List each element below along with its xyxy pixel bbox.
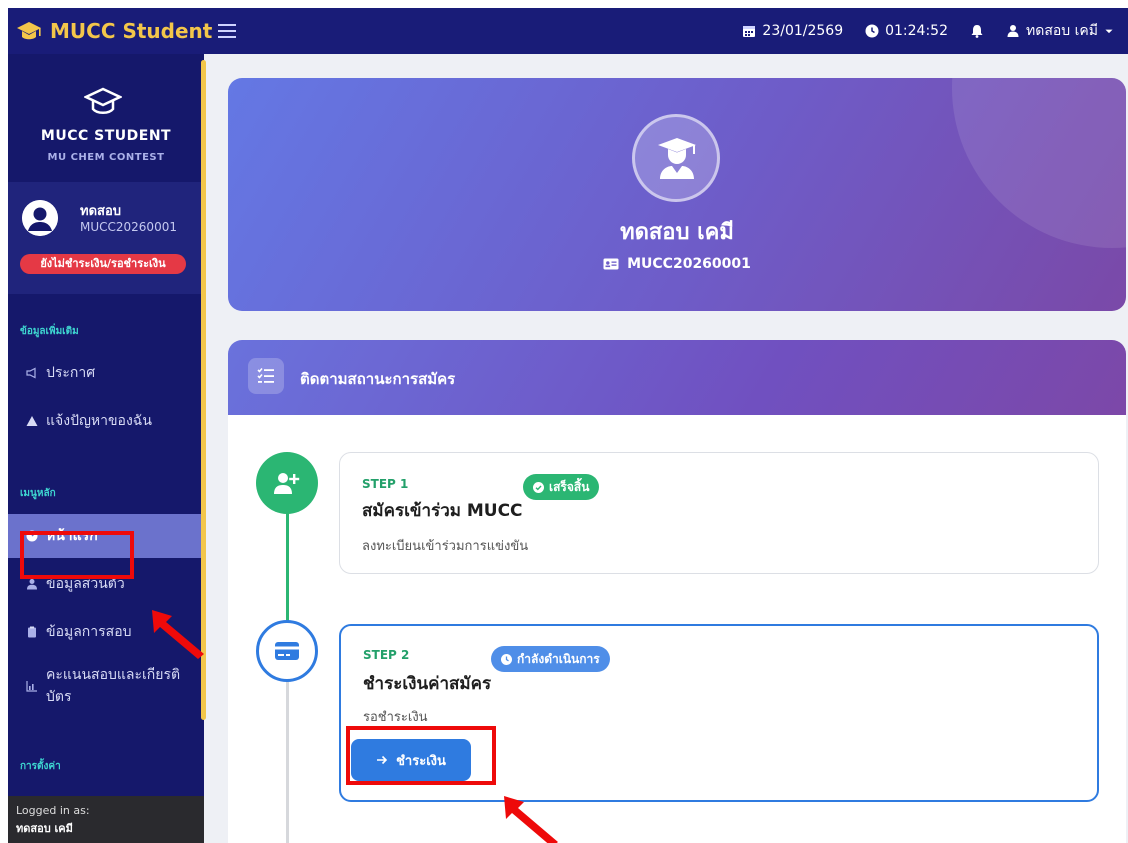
- sidebar-item-label: ข้อมูลการสอบ: [46, 624, 132, 640]
- sidebar-item-label: แจ้งปัญหาของฉัน: [46, 413, 152, 429]
- step-1-title: สมัครเข้าร่วม MUCC: [362, 501, 523, 521]
- step-2-description: รอชำระเงิน: [363, 710, 428, 725]
- avatar: [22, 200, 58, 236]
- step-2-label: STEP 2: [363, 648, 410, 662]
- user-plus-icon: [274, 473, 300, 494]
- user-icon: [27, 579, 37, 590]
- clock-icon: [501, 653, 512, 665]
- user-dropdown[interactable]: ทดสอบ เคมี: [1006, 20, 1114, 42]
- step-2-marker: [256, 620, 318, 682]
- sidebar-title: MUCC STUDENT: [40, 128, 172, 144]
- bell-icon: [971, 25, 983, 38]
- step-1-marker: [256, 452, 318, 514]
- sidebar-username: ทดสอบ: [80, 204, 122, 219]
- top-right-area: 23/01/2569 01:24:52 ทดสอบ เคมี: [742, 8, 1114, 54]
- user-circle-icon: [22, 200, 58, 236]
- hamburger-icon: [218, 24, 236, 26]
- sidebar-item-scores-certificates[interactable]: คะแนนสอบและเกียรติบัตร: [8, 658, 204, 714]
- timeline-connector-done: [286, 505, 289, 630]
- brand-title: MUCC Student: [50, 19, 213, 43]
- sidebar-item-label: ประกาศ: [46, 365, 96, 381]
- user-dropdown-label: ทดสอบ เคมี: [1026, 23, 1098, 39]
- clock-icon: [865, 24, 879, 38]
- step-1-badge-text: เสร็จสิ้น: [549, 479, 590, 494]
- sidebar: MUCC STUDENT MU CHEM CONTEST ทดสอบ MUCC2…: [8, 54, 204, 843]
- date-text: 23/01/2569: [762, 23, 844, 39]
- student-id-text: MUCC20260001: [627, 256, 751, 272]
- app-window: MUCC Student 23/01/2569 01:24:52 ทดสอบ เ…: [8, 8, 1128, 843]
- step-2-title: ชำระเงินค่าสมัคร: [363, 674, 492, 694]
- top-navbar: MUCC Student 23/01/2569 01:24:52 ทดสอบ เ…: [8, 8, 1128, 54]
- step-1-status-badge: เสร็จสิ้น: [523, 474, 600, 500]
- annotation-box-profile: [20, 531, 134, 579]
- sidebar-subtitle: MU CHEM CONTEST: [47, 152, 165, 163]
- timeline-connector-pending: [286, 670, 289, 843]
- profile-hero-card: ทดสอบ เคมี MUCC20260001: [228, 78, 1126, 311]
- tracker-title: ติดตามสถานะการสมัคร: [300, 370, 456, 388]
- sidebar-section-info: ข้อมูลเพิ่มเติม: [20, 326, 79, 337]
- time-text: 01:24:52: [885, 23, 948, 39]
- annotation-arrow-pay-icon: [504, 796, 558, 843]
- student-id-row: MUCC20260001: [228, 256, 1126, 272]
- megaphone-icon: [26, 367, 36, 379]
- brand-link[interactable]: MUCC Student: [16, 15, 212, 47]
- tracker-header-icon-box: [248, 358, 284, 394]
- sidebar-user-panel: ทดสอบ MUCC20260001 ยังไม่ชำระเงิน/รอชำระ…: [8, 182, 204, 294]
- hero-avatar: [632, 114, 720, 202]
- credit-card-icon: [275, 642, 299, 660]
- clipboard-icon: [28, 626, 36, 638]
- sidebar-brand: MUCC STUDENT MU CHEM CONTEST: [8, 54, 204, 182]
- sidebar-item-announcements[interactable]: ประกาศ: [8, 351, 204, 395]
- sidebar-footer: Logged in as: ทดสอบ เคมี: [8, 796, 204, 843]
- step-1-description: ลงทะเบียนเข้าร่วมการแข่งขัน: [362, 539, 529, 554]
- step-2-badge-text: กำลังดำเนินการ: [517, 651, 600, 666]
- tasks-list-icon: [257, 367, 274, 383]
- step-1-card: STEP 1 เสร็จสิ้น สมัครเข้าร่วม MUCC ลงทะ…: [339, 452, 1099, 574]
- sidebar-section-main: เมนูหลัก: [20, 488, 56, 499]
- user-icon: [1007, 25, 1019, 37]
- student-name: ทดสอบ เคมี: [620, 220, 734, 245]
- date-display: 23/01/2569: [742, 23, 843, 39]
- user-graduate-icon: [658, 138, 696, 179]
- sidebar-user-id: MUCC20260001: [80, 220, 177, 234]
- graduation-cap-icon: [17, 22, 41, 40]
- step-2-status-badge: กำลังดำเนินการ: [491, 646, 610, 672]
- sidebar-item-my-issues[interactable]: แจ้งปัญหาของฉัน: [8, 399, 204, 443]
- menu-toggle-button[interactable]: [218, 18, 246, 44]
- logged-in-user: ทดสอบ เคมี: [16, 822, 73, 835]
- calendar-icon: [743, 26, 756, 37]
- id-card-icon: [603, 258, 619, 270]
- status-badge: ยังไม่ชำระเงิน/รอชำระเงิน: [20, 254, 186, 274]
- check-circle-icon: [533, 481, 544, 493]
- annotation-box-pay-button: [346, 726, 496, 785]
- step-1-label: STEP 1: [362, 477, 409, 491]
- annotation-arrow-profile-icon: [152, 610, 204, 659]
- graduation-cap-icon: [84, 87, 122, 114]
- sidebar-item-label: คะแนนสอบและเกียรติบัตร: [46, 667, 181, 705]
- sidebar-section-settings: การตั้งค่า: [20, 761, 61, 772]
- warning-icon: [26, 416, 38, 426]
- notification-button[interactable]: [970, 24, 984, 38]
- tracker-header: ติดตามสถานะการสมัคร: [228, 340, 1126, 415]
- chart-icon: [26, 681, 37, 692]
- logged-in-label: Logged in as:: [16, 804, 90, 817]
- caret-down-icon: [1105, 29, 1113, 34]
- time-display: 01:24:52: [865, 23, 948, 39]
